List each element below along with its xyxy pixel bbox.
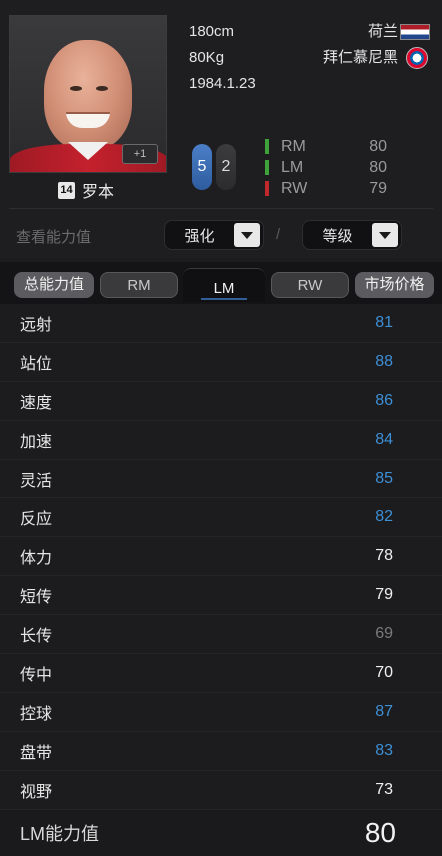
stat-name: 短传 xyxy=(20,589,53,607)
stat-name: 视野 xyxy=(20,783,53,801)
stat-name: 长传 xyxy=(20,628,53,646)
stat-value: 70 xyxy=(375,663,393,681)
stat-list: 远射 81 站位 88 速度 86 加速 84 灵活 85 反应 82 体力 78 短传 79 长传 69 传中 70… xyxy=(0,304,442,810)
stat-row: 站位 88 xyxy=(0,343,442,382)
stat-row: 灵活 85 xyxy=(0,460,442,499)
position-name: RM xyxy=(281,137,306,155)
position-name: RW xyxy=(281,179,308,197)
bayern-munich-logo-icon xyxy=(406,47,428,69)
right-foot-icon: 2 xyxy=(216,144,236,190)
stat-value: 73 xyxy=(375,780,393,798)
stat-row: 反应 82 xyxy=(0,498,442,538)
stat-name: 加速 xyxy=(20,433,53,451)
player-head xyxy=(44,40,132,150)
enhance-select[interactable]: 强化 xyxy=(164,220,264,250)
filter-separator: / xyxy=(276,226,281,243)
position-value: 79 xyxy=(369,179,387,197)
position-row: RW 79 xyxy=(265,178,387,199)
player-photo: +1 xyxy=(9,15,167,173)
dropdown-arrow-icon[interactable] xyxy=(372,223,398,247)
stat-row: 盘带 83 xyxy=(0,732,442,771)
stat-name: 远射 xyxy=(20,316,53,334)
stat-row: 视野 73 xyxy=(0,771,442,810)
stat-value: 81 xyxy=(375,313,393,331)
stat-row: 体力 78 xyxy=(0,537,442,577)
jersey-number-badge: 14 xyxy=(58,181,75,199)
player-birthdate: 1984.1.23 xyxy=(189,75,256,92)
tab-rm[interactable]: RM xyxy=(100,272,178,298)
total-label: LM能力值 xyxy=(20,824,100,844)
stat-row: 长传 69 xyxy=(0,615,442,655)
left-foot-icon: 5 xyxy=(192,144,212,190)
stat-value: 83 xyxy=(375,741,393,759)
player-physical-info: 180cm 80Kg 1984.1.23 xyxy=(189,22,256,100)
stat-tabs: 总能力值 RM LM RW 市场价格 xyxy=(0,262,442,304)
total-value: 80 xyxy=(364,817,396,848)
stat-row: 控球 87 xyxy=(0,693,442,732)
position-name: LM xyxy=(281,158,304,176)
tab-rw[interactable]: RW xyxy=(271,272,349,298)
player-eye-right xyxy=(96,86,108,91)
position-indicator-bar xyxy=(265,139,269,154)
stat-name: 灵活 xyxy=(20,472,53,490)
position-total-bar: LM能力值 80 xyxy=(0,810,442,856)
stat-value: 82 xyxy=(375,508,393,526)
stat-row: 加速 84 xyxy=(0,421,442,460)
position-row: RM 80 xyxy=(265,136,387,157)
position-ratings: RM 80 LM 80 RW 79 xyxy=(265,136,387,199)
player-club: 拜仁慕尼黑 xyxy=(322,49,398,66)
stat-row: 远射 81 xyxy=(0,304,442,343)
player-header: +1 14 罗本 180cm 80Kg 1984.1.23 荷兰 拜仁慕尼黑 5… xyxy=(0,0,442,258)
stat-value: 87 xyxy=(375,702,393,720)
player-name-row: 14 罗本 xyxy=(58,180,115,201)
player-height: 180cm xyxy=(189,23,235,40)
stat-name: 站位 xyxy=(20,355,53,373)
stat-value: 78 xyxy=(375,547,393,565)
position-value: 80 xyxy=(369,158,387,176)
stat-value: 69 xyxy=(375,625,393,643)
stat-value: 85 xyxy=(375,469,393,487)
stat-row: 短传 79 xyxy=(0,576,442,616)
position-indicator-bar xyxy=(265,160,269,175)
tab-overall[interactable]: 总能力值 xyxy=(14,272,94,298)
upgrade-badge: +1 xyxy=(122,144,158,164)
stat-value: 86 xyxy=(375,391,393,409)
position-value: 80 xyxy=(369,137,387,155)
tab-lm[interactable]: LM xyxy=(183,268,265,302)
header-divider xyxy=(9,208,433,209)
player-affiliation-info: 荷兰 拜仁慕尼黑 xyxy=(323,22,398,74)
tab-market-price[interactable]: 市场价格 xyxy=(355,272,434,298)
view-stats-label: 查看能力值 xyxy=(16,229,92,246)
stat-name: 速度 xyxy=(20,394,53,412)
stat-value: 79 xyxy=(375,586,393,604)
stat-row: 传中 70 xyxy=(0,654,442,693)
foot-skill-widget: 5 2 xyxy=(186,138,244,198)
stat-value: 84 xyxy=(375,430,393,448)
player-nation: 荷兰 xyxy=(367,23,398,40)
stat-value: 88 xyxy=(375,352,393,370)
player-weight: 80Kg xyxy=(189,49,225,66)
stat-name: 反应 xyxy=(20,511,53,529)
grade-select-value: 等级 xyxy=(322,227,353,245)
position-row: LM 80 xyxy=(265,157,387,178)
stat-name: 体力 xyxy=(20,550,53,568)
player-name: 罗本 xyxy=(82,184,115,201)
stat-name: 盘带 xyxy=(20,744,53,762)
position-indicator-bar xyxy=(265,181,269,196)
stat-row: 速度 86 xyxy=(0,382,442,421)
player-eye-left xyxy=(70,86,82,91)
enhance-select-value: 强化 xyxy=(184,227,215,245)
stat-name: 传中 xyxy=(20,666,53,684)
grade-select[interactable]: 等级 xyxy=(302,220,402,250)
stat-name: 控球 xyxy=(20,705,53,723)
dropdown-arrow-icon[interactable] xyxy=(234,223,260,247)
netherlands-flag-icon xyxy=(400,24,430,40)
